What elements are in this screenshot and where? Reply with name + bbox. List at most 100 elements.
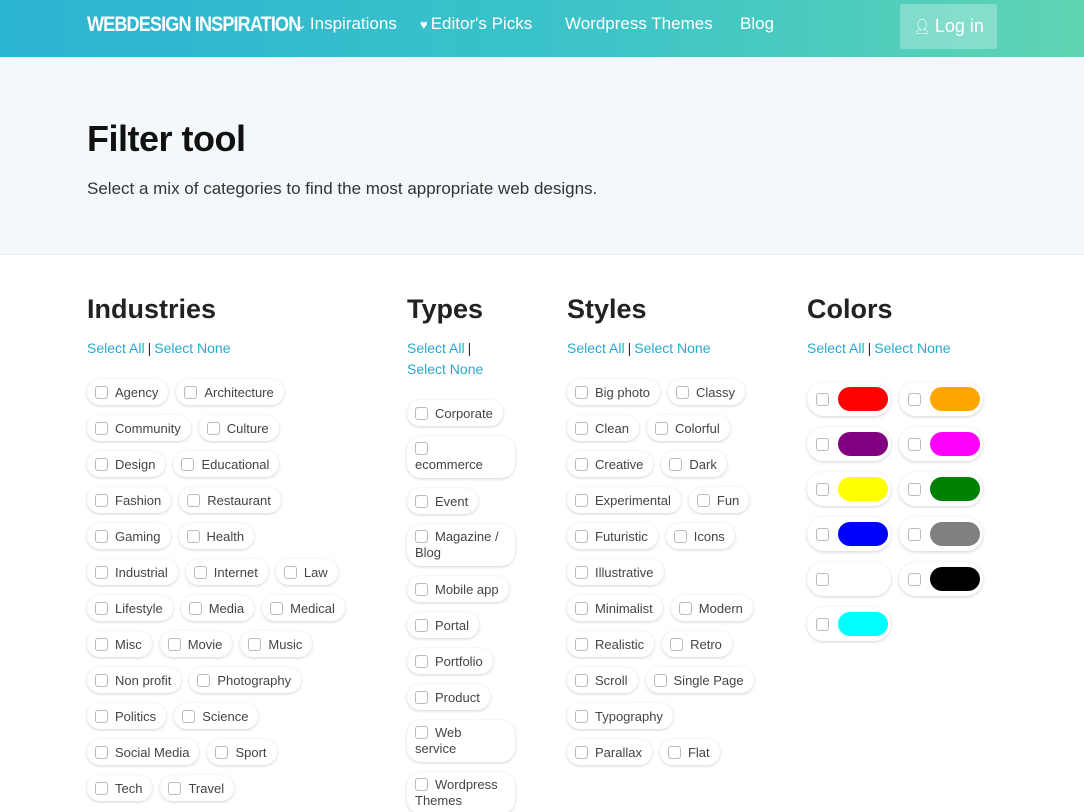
industries-select-none[interactable]: Select None xyxy=(154,340,230,356)
checkbox[interactable] xyxy=(908,392,921,406)
filter-chip[interactable]: Photography xyxy=(189,667,302,693)
filter-chip[interactable]: Magazine / Blog xyxy=(407,524,515,566)
checkbox[interactable] xyxy=(908,482,921,496)
filter-chip[interactable]: Portfolio xyxy=(407,648,493,674)
filter-chip[interactable]: Classy xyxy=(667,379,745,405)
checkbox[interactable] xyxy=(653,673,667,687)
filter-chip[interactable]: Parallax xyxy=(567,739,652,765)
checkbox[interactable] xyxy=(675,385,689,399)
checkbox[interactable] xyxy=(673,529,687,543)
filter-chip[interactable]: Wordpress Themes xyxy=(407,772,515,812)
filter-chip[interactable]: Corporate xyxy=(407,400,503,426)
filter-chip[interactable]: Community xyxy=(87,415,191,441)
checkbox[interactable] xyxy=(816,392,829,406)
filter-chip[interactable]: Architecture xyxy=(176,379,284,405)
filter-chip[interactable]: Experimental xyxy=(567,487,681,513)
filter-chip[interactable]: Flat xyxy=(659,739,720,765)
filter-chip[interactable]: Illustrative xyxy=(567,559,664,585)
site-logo[interactable]: WEBDESIGN INSPIRATION xyxy=(87,13,301,37)
checkbox[interactable] xyxy=(270,601,284,615)
checkbox[interactable] xyxy=(415,442,428,455)
filter-chip[interactable]: Mobile app xyxy=(407,576,509,602)
checkbox[interactable] xyxy=(95,709,108,723)
checkbox[interactable] xyxy=(575,385,588,399)
checkbox[interactable] xyxy=(95,601,108,615)
filter-chip[interactable]: Agency xyxy=(87,379,169,405)
filter-chip[interactable]: Media xyxy=(180,595,255,621)
checkbox[interactable] xyxy=(575,637,588,651)
checkbox[interactable] xyxy=(95,457,108,471)
colors-select-none[interactable]: Select None xyxy=(874,340,950,356)
filter-chip[interactable]: Web service xyxy=(407,720,515,762)
checkbox[interactable] xyxy=(215,745,229,759)
checkbox[interactable] xyxy=(816,482,829,496)
filter-chip[interactable]: Medical xyxy=(262,595,345,621)
checkbox[interactable] xyxy=(575,601,588,615)
login-button[interactable]: 👤︎ Log in xyxy=(900,4,997,49)
filter-chip[interactable]: Travel xyxy=(160,775,235,801)
checkbox[interactable] xyxy=(415,582,428,596)
filter-chip[interactable]: Tech xyxy=(87,775,153,801)
checkbox[interactable] xyxy=(667,745,681,759)
filter-chip[interactable]: ecommerce xyxy=(407,436,515,478)
filter-chip[interactable]: Design xyxy=(87,451,166,477)
filter-chip[interactable]: Event xyxy=(407,488,479,514)
color-chip[interactable] xyxy=(899,472,983,506)
checkbox[interactable] xyxy=(187,493,201,507)
checkbox[interactable] xyxy=(193,565,207,579)
filter-chip[interactable]: Gaming xyxy=(87,523,171,549)
filter-chip[interactable]: Industrial xyxy=(87,559,178,585)
checkbox[interactable] xyxy=(95,745,108,759)
filter-chip[interactable]: Science xyxy=(174,703,259,729)
filter-chip[interactable]: Movie xyxy=(159,631,233,657)
filter-chip[interactable]: Music xyxy=(240,631,313,657)
nav-inspirations[interactable]: ⌄ Inspirations xyxy=(296,14,397,34)
nav-editors-picks[interactable]: ♥ Editor's Picks xyxy=(420,14,532,34)
color-chip[interactable] xyxy=(899,562,983,596)
checkbox[interactable] xyxy=(167,637,181,651)
checkbox[interactable] xyxy=(181,457,195,471)
checkbox[interactable] xyxy=(908,572,921,586)
checkbox[interactable] xyxy=(575,493,588,507)
checkbox[interactable] xyxy=(816,437,829,451)
checkbox[interactable] xyxy=(678,601,692,615)
checkbox[interactable] xyxy=(575,673,588,687)
filter-chip[interactable]: Product xyxy=(407,684,490,710)
checkbox[interactable] xyxy=(415,726,428,739)
checkbox[interactable] xyxy=(816,527,829,541)
filter-chip[interactable]: Colorful xyxy=(646,415,730,441)
filter-chip[interactable]: Social Media xyxy=(87,739,200,765)
color-chip[interactable] xyxy=(899,427,983,461)
checkbox[interactable] xyxy=(415,654,428,668)
checkbox[interactable] xyxy=(670,637,684,651)
filter-chip[interactable]: Futuristic xyxy=(567,523,658,549)
checkbox[interactable] xyxy=(95,637,108,651)
filter-chip[interactable]: Educational xyxy=(173,451,280,477)
filter-chip[interactable]: Lifestyle xyxy=(87,595,173,621)
filter-chip[interactable]: Portal xyxy=(407,612,479,638)
filter-chip[interactable]: Modern xyxy=(670,595,753,621)
checkbox[interactable] xyxy=(415,690,428,704)
checkbox[interactable] xyxy=(182,709,196,723)
checkbox[interactable] xyxy=(184,385,198,399)
checkbox[interactable] xyxy=(575,745,588,759)
checkbox[interactable] xyxy=(206,421,220,435)
checkbox[interactable] xyxy=(575,457,588,471)
checkbox[interactable] xyxy=(816,572,829,586)
types-select-all[interactable]: Select All xyxy=(407,340,465,356)
filter-chip[interactable]: Culture xyxy=(198,415,279,441)
styles-select-none[interactable]: Select None xyxy=(634,340,710,356)
filter-chip[interactable]: Typography xyxy=(567,703,673,729)
filter-chip[interactable]: Realistic xyxy=(567,631,655,657)
filter-chip[interactable]: Internet xyxy=(185,559,268,585)
checkbox[interactable] xyxy=(908,437,921,451)
checkbox[interactable] xyxy=(95,781,108,795)
checkbox[interactable] xyxy=(95,565,108,579)
nav-wordpress-themes[interactable]: Wordpress Themes xyxy=(565,14,713,34)
color-chip[interactable] xyxy=(807,472,891,506)
color-chip[interactable] xyxy=(807,427,891,461)
checkbox[interactable] xyxy=(95,493,108,507)
filter-chip[interactable]: Sport xyxy=(207,739,277,765)
styles-select-all[interactable]: Select All xyxy=(567,340,625,356)
checkbox[interactable] xyxy=(186,529,200,543)
